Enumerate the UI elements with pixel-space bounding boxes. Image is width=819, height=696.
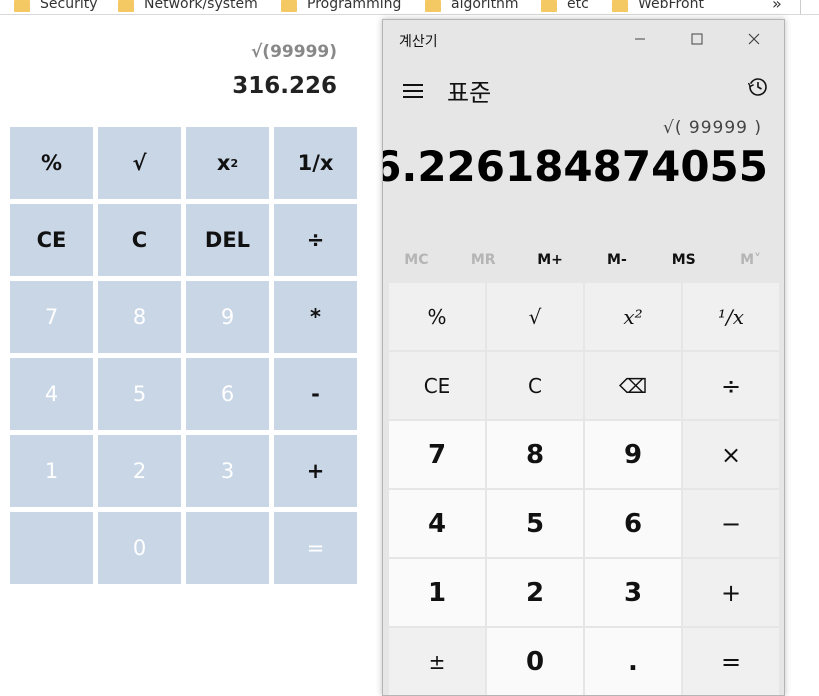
web-key-3[interactable]: 3 — [186, 435, 269, 507]
bookmark-label: Network/system — [144, 0, 258, 12]
memory-row: MC MR M+ M- MS M˅ — [383, 248, 784, 276]
web-key-blank[interactable] — [186, 512, 269, 584]
memory-button-m-[interactable]: M- — [583, 248, 650, 276]
folder-icon — [541, 0, 557, 12]
web-key--[interactable]: - — [274, 358, 357, 430]
web-key-1[interactable]: 1 — [10, 435, 93, 507]
expression-display: √( 99999 ) — [663, 118, 762, 138]
web-key-=[interactable]: = — [274, 512, 357, 584]
win-key-14[interactable]: 6 — [585, 490, 681, 557]
maximize-button[interactable] — [675, 24, 719, 54]
more-bookmarks-button[interactable]: » — [772, 0, 782, 13]
win-key-23[interactable]: = — [683, 628, 779, 695]
maximize-icon — [691, 33, 703, 45]
menu-icon[interactable] — [403, 84, 423, 102]
windows-calculator-window: 계산기 표준 √( 99999 ) 316.226184874055 MCMRM… — [382, 19, 785, 696]
minimize-button[interactable] — [618, 24, 662, 54]
win-key-6[interactable]: ⌫ — [585, 352, 681, 419]
bookmark-network-system[interactable]: Network/system — [118, 0, 258, 13]
web-key-0[interactable]: 0 — [98, 512, 181, 584]
win-key-19[interactable]: + — [683, 559, 779, 626]
win-key-4[interactable]: CE — [389, 352, 485, 419]
win-calc-keypad: % √ x² ¹∕x CE C ⌫ ÷ 7 8 9 × 4 5 6− 1 2 3 + ±0. = — [389, 283, 779, 695]
web-key-%[interactable]: % — [10, 127, 93, 199]
win-key-0[interactable]: % — [389, 283, 485, 350]
win-key-13[interactable]: 5 — [487, 490, 583, 557]
win-key-1[interactable]: √ — [487, 283, 583, 350]
mode-title: 표준 — [447, 79, 492, 107]
bookmark-label: algorithm — [451, 0, 519, 12]
win-key-18[interactable]: 3 — [585, 559, 681, 626]
web-key-CE[interactable]: CE — [10, 204, 93, 276]
folder-icon — [281, 0, 297, 12]
web-key-9[interactable]: 9 — [186, 281, 269, 353]
web-key-√[interactable]: √ — [98, 127, 181, 199]
bookmark-label: Programming — [307, 0, 402, 12]
folder-icon — [425, 0, 441, 12]
window-title: 계산기 — [399, 34, 438, 50]
win-key-17[interactable]: 2 — [487, 559, 583, 626]
win-key-15[interactable]: − — [683, 490, 779, 557]
win-key-5[interactable]: C — [487, 352, 583, 419]
bookmark-label: Security — [40, 0, 98, 12]
web-key-7[interactable]: 7 — [10, 281, 93, 353]
minimize-icon — [635, 38, 645, 40]
win-key-8[interactable]: 7 — [389, 421, 485, 488]
web-key-5[interactable]: 5 — [98, 358, 181, 430]
memory-button-mr[interactable]: MR — [450, 248, 517, 276]
web-key-blank[interactable] — [10, 512, 93, 584]
divider — [800, 0, 801, 14]
web-key-C[interactable]: C — [98, 204, 181, 276]
memory-button-mc[interactable]: MC — [383, 248, 450, 276]
bookmarks-bar: Security Network/system Programming algo… — [0, 0, 819, 15]
win-key-10[interactable]: 9 — [585, 421, 681, 488]
web-key-4[interactable]: 4 — [10, 358, 93, 430]
web-key-+[interactable]: + — [274, 435, 357, 507]
win-key-11[interactable]: × — [683, 421, 779, 488]
bookmark-etc[interactable]: etc — [541, 0, 589, 13]
close-button[interactable] — [732, 24, 776, 54]
memory-button-m+[interactable]: M+ — [517, 248, 584, 276]
win-key-22[interactable]: . — [585, 628, 681, 695]
bookmark-programming[interactable]: Programming — [281, 0, 401, 13]
web-key-*[interactable]: * — [274, 281, 357, 353]
web-calc-expression: √(99999) — [250, 42, 337, 62]
title-bar[interactable]: 계산기 — [383, 20, 784, 58]
web-calc-keypad: % √ x 2 1/x CE C DEL ÷ 7 8 9 * 4 5 6-1 2 3 +0 = — [10, 127, 357, 584]
web-key-8[interactable]: 8 — [98, 281, 181, 353]
close-icon — [748, 33, 760, 45]
web-key-÷[interactable]: ÷ — [274, 204, 357, 276]
win-key-20[interactable]: ± — [389, 628, 485, 695]
web-key-x[interactable]: x2 — [186, 127, 269, 199]
folder-icon — [118, 0, 134, 12]
web-key-2[interactable]: 2 — [98, 435, 181, 507]
history-icon[interactable] — [747, 76, 769, 98]
win-key-7[interactable]: ÷ — [683, 352, 779, 419]
win-key-21[interactable]: 0 — [487, 628, 583, 695]
memory-button-m[interactable]: M˅ — [717, 248, 784, 276]
web-key-6[interactable]: 6 — [186, 358, 269, 430]
folder-icon — [14, 0, 30, 12]
folder-icon — [612, 0, 628, 12]
web-key-1/x[interactable]: 1/x — [274, 127, 357, 199]
bookmark-label: etc — [567, 0, 589, 12]
web-key-DEL[interactable]: DEL — [186, 204, 269, 276]
win-key-16[interactable]: 1 — [389, 559, 485, 626]
win-key-2[interactable]: x² — [585, 283, 681, 350]
memory-button-ms[interactable]: MS — [650, 248, 717, 276]
bookmark-algorithm[interactable]: algorithm — [425, 0, 519, 13]
win-key-3[interactable]: ¹∕x — [683, 283, 779, 350]
result-display: 316.226184874055 — [383, 142, 768, 191]
bookmark-label: WebFront — [638, 0, 704, 12]
web-calc-result: 316.226 — [232, 73, 337, 99]
superscript: 2 — [230, 156, 239, 170]
win-key-9[interactable]: 8 — [487, 421, 583, 488]
bookmark-security[interactable]: Security — [14, 0, 98, 13]
win-key-12[interactable]: 4 — [389, 490, 485, 557]
bookmark-webfront[interactable]: WebFront — [612, 0, 704, 13]
